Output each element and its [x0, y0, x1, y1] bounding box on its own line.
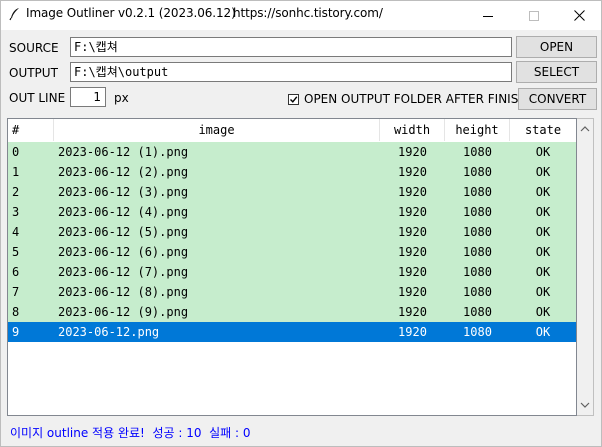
open-folder-checkbox[interactable] — [288, 94, 299, 105]
cell-width: 1920 — [398, 305, 427, 319]
cell-index: 2 — [12, 185, 20, 199]
column-header-image[interactable]: image — [54, 119, 380, 141]
source-field[interactable]: F:\캡쳐 — [70, 37, 512, 57]
table-row[interactable]: 9 2023-06-12.png 1920 1080 OK — [8, 322, 576, 342]
cell-height: 1080 — [463, 185, 492, 199]
cell-height: 1080 — [463, 205, 492, 219]
cell-index: 5 — [12, 245, 20, 259]
cell-state: OK — [535, 305, 551, 319]
cell-width: 1920 — [398, 265, 427, 279]
cell-height: 1080 — [463, 325, 492, 339]
source-label: SOURCE — [9, 41, 59, 55]
cell-height: 1080 — [463, 245, 492, 259]
cell-index: 7 — [12, 285, 20, 299]
outline-label: OUT LINE — [9, 91, 66, 105]
status-message: 이미지 outline 적용 완료! 성공 : 10 실패 : 0 — [10, 426, 251, 440]
cell-image: 2023-06-12 (1).png — [58, 145, 189, 159]
outline-unit-label: px — [114, 91, 129, 105]
column-header-width[interactable]: width — [380, 119, 445, 141]
cell-state: OK — [535, 225, 551, 239]
cell-state: OK — [535, 245, 551, 259]
table-row[interactable]: 1 2023-06-12 (2).png 1920 1080 OK — [8, 162, 576, 182]
checkmark-icon — [290, 96, 298, 103]
cell-image: 2023-06-12 (2).png — [58, 165, 189, 179]
cell-state: OK — [535, 205, 551, 219]
cell-index: 3 — [12, 205, 20, 219]
cell-width: 1920 — [398, 325, 427, 339]
cell-index: 8 — [12, 305, 20, 319]
cell-image: 2023-06-12 (7).png — [58, 265, 189, 279]
maximize-button[interactable] — [511, 1, 557, 30]
cell-state: OK — [535, 325, 551, 339]
cell-height: 1080 — [463, 225, 492, 239]
vertical-scrollbar[interactable] — [577, 118, 594, 416]
output-label: OUTPUT — [9, 66, 58, 80]
cell-width: 1920 — [398, 205, 427, 219]
cell-height: 1080 — [463, 165, 492, 179]
open-folder-label[interactable]: OPEN OUTPUT FOLDER AFTER FINISH — [304, 92, 527, 106]
cell-width: 1920 — [398, 145, 427, 159]
cell-state: OK — [535, 265, 551, 279]
cell-index: 6 — [12, 265, 20, 279]
cell-index: 9 — [12, 325, 20, 339]
table-row[interactable]: 2 2023-06-12 (3).png 1920 1080 OK — [8, 182, 576, 202]
table-row[interactable]: 0 2023-06-12 (1).png 1920 1080 OK — [8, 142, 576, 162]
select-button[interactable]: SELECT — [516, 61, 597, 83]
convert-button[interactable]: CONVERT — [518, 88, 597, 110]
cell-image: 2023-06-12 (4).png — [58, 205, 189, 219]
scroll-down-arrow-icon[interactable] — [577, 397, 593, 413]
cell-height: 1080 — [463, 145, 492, 159]
table-row[interactable]: 6 2023-06-12 (7).png 1920 1080 OK — [8, 262, 576, 282]
cell-image: 2023-06-12 (8).png — [58, 285, 189, 299]
cell-image: 2023-06-12 (6).png — [58, 245, 189, 259]
cell-width: 1920 — [398, 285, 427, 299]
output-field[interactable]: F:\캡쳐\output — [70, 62, 512, 82]
cell-width: 1920 — [398, 185, 427, 199]
cell-state: OK — [535, 165, 551, 179]
column-header-height[interactable]: height — [445, 119, 510, 141]
minimize-icon — [483, 15, 493, 17]
cell-height: 1080 — [463, 285, 492, 299]
open-button[interactable]: OPEN — [516, 36, 597, 58]
table-row[interactable]: 4 2023-06-12 (5).png 1920 1080 OK — [8, 222, 576, 242]
table-header: # image width height state — [8, 119, 576, 142]
minimize-button[interactable] — [465, 1, 511, 30]
column-header-index[interactable]: # — [8, 119, 54, 141]
cell-image: 2023-06-12 (9).png — [58, 305, 189, 319]
window-title: Image Outliner v0.2.1 (2023.06.12) — [26, 6, 236, 20]
cell-width: 1920 — [398, 225, 427, 239]
cell-index: 1 — [12, 165, 20, 179]
maximize-icon — [529, 10, 539, 21]
outline-width-input[interactable]: 1 — [70, 87, 106, 107]
cell-image: 2023-06-12.png — [58, 325, 160, 339]
cell-height: 1080 — [463, 265, 492, 279]
app-window: Image Outliner v0.2.1 (2023.06.12) https… — [0, 0, 602, 447]
title-bar: Image Outliner v0.2.1 (2023.06.12) https… — [1, 1, 601, 30]
cell-state: OK — [535, 185, 551, 199]
table-row[interactable]: 7 2023-06-12 (8).png 1920 1080 OK — [8, 282, 576, 302]
window-url: https://sonhc.tistory.com/ — [233, 6, 383, 20]
cell-image: 2023-06-12 (5).png — [58, 225, 189, 239]
cell-state: OK — [535, 145, 551, 159]
cell-index: 0 — [12, 145, 20, 159]
feather-pen-icon — [7, 6, 23, 22]
close-icon — [573, 10, 585, 21]
cell-width: 1920 — [398, 245, 427, 259]
cell-width: 1920 — [398, 165, 427, 179]
column-header-state[interactable]: state — [510, 119, 576, 141]
cell-state: OK — [535, 285, 551, 299]
table-row[interactable]: 3 2023-06-12 (4).png 1920 1080 OK — [8, 202, 576, 222]
close-button[interactable] — [556, 1, 601, 30]
table-row[interactable]: 8 2023-06-12 (9).png 1920 1080 OK — [8, 302, 576, 322]
scroll-up-arrow-icon[interactable] — [577, 121, 593, 137]
cell-index: 4 — [12, 225, 20, 239]
cell-height: 1080 — [463, 305, 492, 319]
image-list-table[interactable]: # image width height state 0 2023-06-12 (… — [7, 118, 577, 416]
table-row[interactable]: 5 2023-06-12 (6).png 1920 1080 OK — [8, 242, 576, 262]
cell-image: 2023-06-12 (3).png — [58, 185, 189, 199]
